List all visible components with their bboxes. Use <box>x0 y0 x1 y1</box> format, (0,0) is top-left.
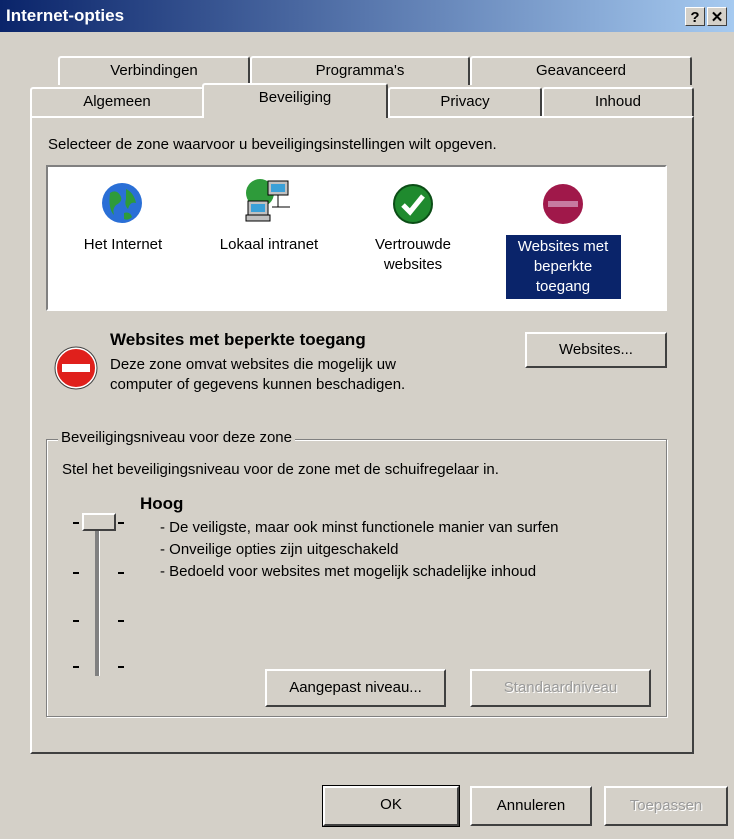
slider-tick <box>73 572 79 574</box>
globe-icon <box>102 183 142 223</box>
zone-list: Het Internet Lokaal intranet Vertrouwde … <box>46 165 667 311</box>
tab-verbindingen[interactable]: Verbindingen <box>58 56 250 85</box>
tab-programmas[interactable]: Programma's <box>250 56 470 85</box>
ok-button[interactable]: OK <box>322 785 460 827</box>
internet-options-dialog: Internet-opties ? ✕ Verbindingen Program… <box>0 0 734 839</box>
level-point-3: - Bedoeld voor websites met mogelijk sch… <box>160 563 537 580</box>
level-name: Hoog <box>140 494 184 513</box>
slider-tick <box>73 666 79 668</box>
checkmark-icon <box>393 184 433 224</box>
no-entry-icon <box>54 346 98 390</box>
help-button[interactable]: ? <box>685 7 705 26</box>
zone-intranet-label: Lokaal intranet <box>219 236 319 253</box>
zone-title: Websites met beperkte toegang <box>110 330 366 349</box>
slider-track <box>95 520 100 676</box>
restricted-icon <box>543 184 583 224</box>
level-instruction: Stel het beveiligingsniveau voor de zone… <box>62 461 499 478</box>
websites-button[interactable]: Websites... <box>525 332 667 368</box>
zone-description-1: Deze zone omvat websites die mogelijk uw <box>110 356 396 373</box>
tab-algemeen[interactable]: Algemeen <box>30 87 204 116</box>
tab-geavanceerd[interactable]: Geavanceerd <box>470 56 692 85</box>
tab-inhoud[interactable]: Inhoud <box>542 87 694 116</box>
zone-instruction: Selecteer de zone waarvoor u beveiliging… <box>48 136 497 153</box>
cancel-button[interactable]: Annuleren <box>470 786 592 826</box>
window-title: Internet-opties <box>6 6 125 25</box>
network-computers-icon <box>245 179 290 222</box>
close-button[interactable]: ✕ <box>707 7 727 26</box>
zone-trusted-label: Vertrouwde websites <box>375 236 451 273</box>
level-point-2: - Onveilige opties zijn uitgeschakeld <box>160 541 399 558</box>
title-bar: Internet-opties ? ✕ <box>0 0 734 32</box>
slider-thumb[interactable] <box>82 513 116 531</box>
apply-button: Toepassen <box>604 786 728 826</box>
tab-beveiliging[interactable]: Beveiliging <box>202 83 388 118</box>
default-level-button: Standaardniveau <box>470 669 651 707</box>
tab-privacy[interactable]: Privacy <box>388 87 542 116</box>
slider-tick <box>118 522 124 524</box>
custom-level-button[interactable]: Aangepast niveau... <box>265 669 446 707</box>
slider-tick <box>118 666 124 668</box>
slider-tick <box>73 522 79 524</box>
slider-tick <box>73 620 79 622</box>
zone-internet-label: Het Internet <box>83 236 163 253</box>
security-level-group-label: Beveiligingsniveau voor deze zone <box>58 429 295 446</box>
zone-description-2: computer of gegevens kunnen beschadigen. <box>110 376 406 393</box>
slider-tick <box>118 572 124 574</box>
level-point-1: - De veiligste, maar ook minst functione… <box>160 519 559 536</box>
zone-restricted-label: Websites met beperkte toegang <box>498 235 628 299</box>
slider-tick <box>118 620 124 622</box>
